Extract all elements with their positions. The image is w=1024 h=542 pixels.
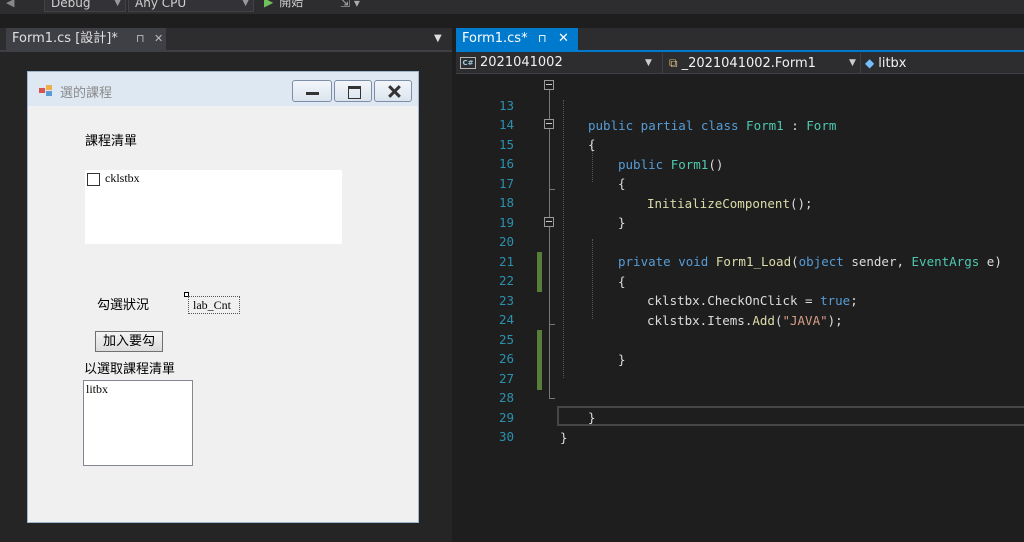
checkbox[interactable] [87, 173, 100, 186]
field-icon: ◆ [865, 56, 875, 70]
form-titlebar[interactable]: 選的課程 [28, 72, 418, 106]
add-course-button[interactable]: 加入要勾 [95, 331, 163, 352]
toolbar: ◀ Debug ▼ Any CPU ▼ ▶ 開始 ⇲ ▾ [0, 0, 1024, 14]
designer-tabbar: Form1.cs [設計]* ⊓ ✕ ▼ [0, 28, 452, 50]
selected-listbox[interactable]: litbx [83, 380, 193, 466]
code-line: 15 public Form1() [456, 115, 1024, 172]
member-value: litbx [878, 56, 907, 71]
code-line: 21 { [456, 232, 1024, 289]
close-icon[interactable]: ✕ [154, 28, 163, 50]
line-number: 30 [498, 429, 514, 444]
form-app-icon [39, 85, 53, 97]
class-combo[interactable]: ⧉ _2021041002.Form1 ▼ [662, 53, 858, 73]
code-line: 28 } [456, 368, 1024, 425]
form-title: 選的課程 [60, 86, 113, 101]
code-line: 18 } [456, 173, 1024, 230]
tab-form1-code[interactable]: Form1.cs* ⊓ ✕ [456, 28, 578, 50]
class-icon: ⧉ [669, 56, 678, 70]
code-tabbar: Form1.cs* ⊓ ✕ [456, 28, 1024, 50]
pin-icon[interactable]: ⊓ [136, 28, 145, 50]
platform-value: Any CPU [135, 0, 187, 10]
status-label: 勾選狀況 [97, 298, 150, 313]
tab-list-dropdown-icon[interactable]: ▼ [434, 28, 442, 50]
code-line: 20 private void Form1_Load(object sender… [456, 212, 1024, 269]
chevron-down-icon: ▼ [242, 0, 249, 8]
solution-config-value: Debug [51, 0, 91, 10]
code-line: 23 cklstbx.Items.Add("JAVA"); [456, 271, 1024, 328]
maximize-button[interactable] [334, 80, 372, 102]
solution-config-combo[interactable]: Debug ▼ [44, 0, 126, 12]
code-line: 26 [456, 329, 1024, 366]
form-window[interactable]: 選的課程 課程清單 cklstbx 勾選狀況 lab_Cnt 加入要勾 以選取課… [27, 71, 419, 523]
navigate-back-icon[interactable]: ◀ [6, 0, 14, 9]
selected-courses-label: 以選取課程清單 [84, 362, 176, 377]
current-line-highlight [557, 406, 1024, 426]
code-line: 16 { [456, 134, 1024, 191]
code-line: 17 InitializeComponent(); [456, 154, 1024, 211]
code-line: 19 [456, 193, 1024, 230]
member-combo[interactable]: ◆ litbx [860, 53, 1024, 73]
tab-label: Form1.cs* [462, 31, 528, 46]
code-text: } [560, 430, 568, 445]
project-combo[interactable]: C# 2021041002 ▼ [460, 53, 656, 73]
close-button[interactable] [374, 80, 412, 102]
close-icon[interactable]: ✕ [558, 28, 569, 50]
chevron-down-icon: ▼ [849, 58, 856, 68]
minimize-button[interactable] [292, 80, 332, 102]
code-line: 24 [456, 290, 1024, 327]
class-value: _2021041002.Form1 [681, 56, 816, 71]
course-list-label: 課程清單 [85, 134, 138, 149]
code-line: 22 cklstbx.CheckOnClick = true; [456, 251, 1024, 308]
listbox-name: litbx [86, 382, 109, 396]
project-value: 2021041002 [480, 55, 563, 70]
code-line: 29 } [456, 388, 1024, 445]
course-checkedlistbox[interactable]: cklstbx [85, 170, 342, 244]
code-editor[interactable]: 13 public partial class Form1 : Form 14 … [456, 74, 1024, 542]
start-label: 開始 [279, 0, 304, 9]
code-line: 27 [456, 349, 1024, 386]
code-line: 14 { [456, 95, 1024, 152]
form-client-area: 課程清單 cklstbx 勾選狀況 lab_Cnt 加入要勾 以選取課程清單 l… [36, 106, 410, 518]
code-line: 13 public partial class Form1 : Form [456, 76, 1024, 133]
csharp-project-icon: C# [460, 56, 476, 69]
toolbar-extra-icon[interactable]: ⇲ ▾ [340, 0, 360, 10]
navigation-bar: C# 2021041002 ▼ ⧉ _2021041002.Form1 ▼ ◆ lit… [456, 52, 1024, 74]
tab-label: Form1.cs [設計]* [12, 31, 118, 46]
count-label[interactable]: lab_Cnt [188, 296, 240, 314]
start-button[interactable]: ▶ 開始 [264, 0, 303, 10]
code-line: 25 } [456, 310, 1024, 367]
play-icon: ▶ [264, 0, 274, 9]
platform-combo[interactable]: Any CPU ▼ [128, 0, 254, 12]
tab-form1-designer[interactable]: Form1.cs [設計]* ⊓ ✕ [6, 28, 166, 50]
chevron-down-icon: ▼ [114, 0, 121, 8]
checklist-name: cklstbx [105, 171, 140, 185]
chevron-down-icon: ▼ [645, 58, 652, 68]
pin-icon[interactable]: ⊓ [538, 28, 547, 50]
